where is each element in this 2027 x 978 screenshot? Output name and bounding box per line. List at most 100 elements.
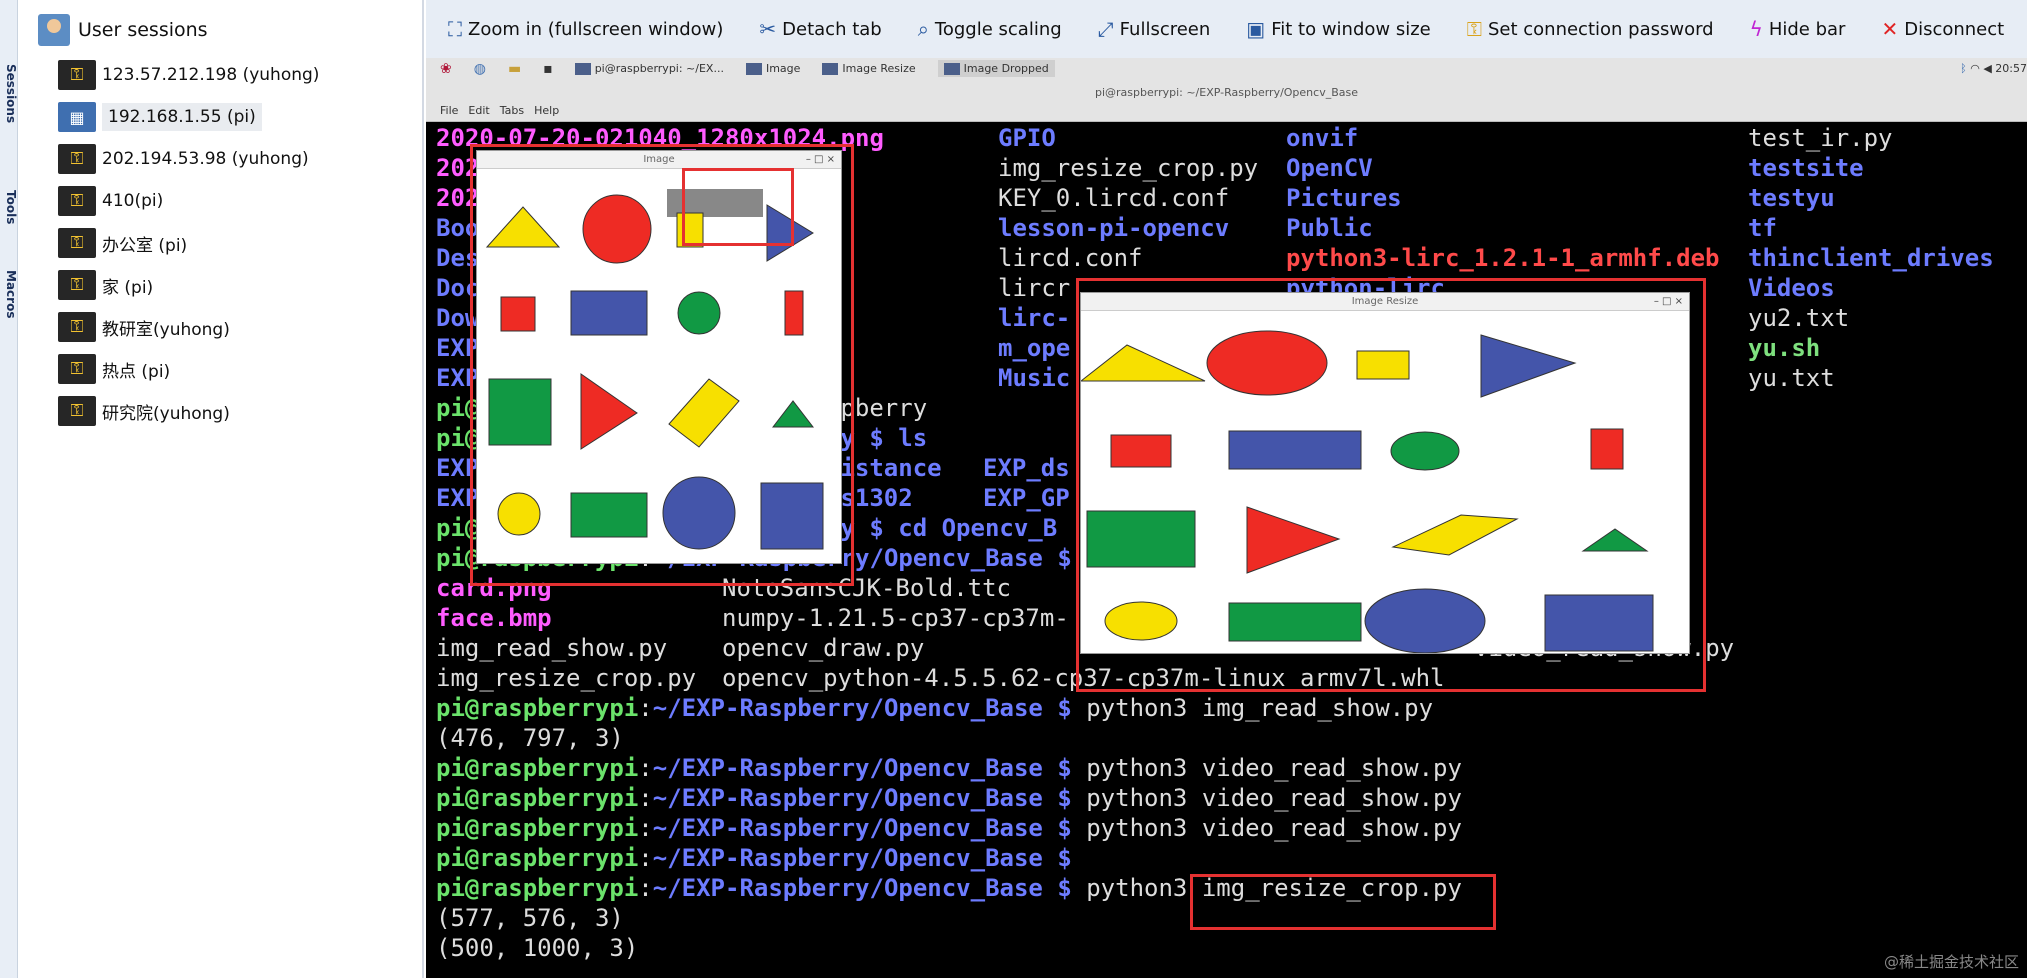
key-icon: ⚿ xyxy=(58,354,96,384)
terminal-line: python3-lirc_1.2.1-1_armhf.deb xyxy=(1286,244,1720,272)
menu-help[interactable]: Help xyxy=(534,104,559,117)
session-item[interactable]: ⚿ 家 (pi) xyxy=(58,267,153,303)
terminal-line: yu.sh xyxy=(1748,334,1821,362)
terminal-line: test_ir.py xyxy=(1748,124,1893,152)
raspberry-icon[interactable]: ❀ xyxy=(440,61,452,77)
terminal-line: face.bmp xyxy=(436,604,552,632)
detach-tab-button[interactable]: ✂ Detach tab xyxy=(759,17,881,41)
terminal-line: yu2.txt xyxy=(1748,304,1850,332)
key-icon: ⚿ xyxy=(58,186,96,216)
menu-edit[interactable]: Edit xyxy=(468,104,489,117)
terminal-line: onvif xyxy=(1286,124,1359,152)
taskbar-item-terminal[interactable]: pi@raspberrypi: ~/EX... xyxy=(574,62,724,75)
highlight-box-command xyxy=(1190,874,1496,930)
terminal-line: KEY_0.lircd.conf xyxy=(998,184,1230,212)
sessions-tab[interactable]: Sessions xyxy=(0,64,18,123)
terminal-line: opencv_draw.py xyxy=(722,634,925,662)
session-toolbar: ⛶ Zoom in (fullscreen window) ✂ Detach tab… xyxy=(426,0,2027,58)
terminal-line: ry $ cd Opencv_B xyxy=(826,514,1058,542)
terminal-line: Public xyxy=(1286,214,1373,242)
session-item[interactable]: ⚿ 教研室(yuhong) xyxy=(58,309,230,345)
session-item[interactable]: ⚿ 410(pi) xyxy=(58,183,163,219)
scissors-icon: ✂ xyxy=(759,17,777,41)
menu-tabs[interactable]: Tabs xyxy=(500,104,524,117)
terminal-line: thinclient_drives xyxy=(1748,244,1994,272)
session-item[interactable]: ⚿ 办公室 (pi) xyxy=(58,225,187,261)
remote-clock: ᛒ ◠ ◀ 20:57 xyxy=(1960,62,2027,75)
terminal-line: lircd.conf xyxy=(998,244,1143,272)
terminal-line: lirc- xyxy=(998,304,1071,332)
toggle-scaling-button[interactable]: ⌕ Toggle scaling xyxy=(918,17,1062,41)
lightning-icon: ϟ xyxy=(1749,17,1763,41)
set-password-button[interactable]: ⚿ Set connection password xyxy=(1467,17,1714,41)
terminal-line: Music xyxy=(998,364,1071,392)
monitor-icon: ▦ xyxy=(58,102,96,132)
terminal-line: numpy-1.21.5-cp37-cp37m- xyxy=(722,604,1069,632)
window-icon xyxy=(574,62,591,75)
sessions-header[interactable]: User sessions xyxy=(38,14,208,46)
terminal-output-line: (577, 576, 3) xyxy=(436,904,624,932)
zoom-button[interactable]: ⛶ Zoom in (fullscreen window) xyxy=(448,17,723,41)
key-icon: ⚿ xyxy=(58,312,96,342)
side-tab-strip: Sessions Tools Macros xyxy=(0,0,18,978)
close-icon: ✕ xyxy=(1881,17,1899,41)
folder-icon[interactable]: ▬ xyxy=(508,61,521,77)
sessions-header-label: User sessions xyxy=(78,19,208,41)
magnifier-icon: ⌕ xyxy=(917,17,929,41)
window-icon xyxy=(822,62,839,75)
session-item[interactable]: ⚿ 热点 (pi) xyxy=(58,351,170,387)
taskbar-item-image[interactable]: Image xyxy=(745,62,800,75)
tools-tab[interactable]: Tools xyxy=(0,190,18,224)
terminal-menu-bar: File Edit Tabs Help xyxy=(440,104,559,117)
terminal-prompt-line: pi@raspberrypi:~/EXP-Raspberry/Opencv_Ba… xyxy=(436,814,1462,842)
sessions-panel: User sessions ⚿ 123.57.212.198 (yuhong) ▦… xyxy=(18,0,424,978)
taskbar-item-image-resize[interactable]: Image Resize xyxy=(822,62,916,75)
highlight-box-resize xyxy=(1076,278,1706,692)
globe-icon[interactable]: ◍ xyxy=(474,61,486,77)
terminal-line: tf xyxy=(1748,214,1777,242)
fullscreen-button[interactable]: ⤢ Fullscreen xyxy=(1098,17,1211,41)
key-icon: ⚿ xyxy=(58,144,96,174)
hide-bar-button[interactable]: ϟ Hide bar xyxy=(1750,17,1846,41)
terminal-line: yu.txt xyxy=(1748,364,1835,392)
window-icon xyxy=(745,62,762,75)
terminal-line: testsite xyxy=(1748,154,1864,182)
menu-file[interactable]: File xyxy=(440,104,458,117)
remote-session-area: ⛶ Zoom in (fullscreen window) ✂ Detach tab… xyxy=(426,0,2027,978)
taskbar-item-image-dropped[interactable]: Image Dropped xyxy=(937,60,1055,77)
terminal-line: OpenCV xyxy=(1286,154,1373,182)
bluetooth-icon[interactable]: ᛒ xyxy=(1960,62,1967,75)
macros-tab[interactable]: Macros xyxy=(0,270,18,318)
terminal-line: Videos xyxy=(1748,274,1835,302)
key-icon: ⚿ xyxy=(1466,17,1482,41)
terminal-line: lircr xyxy=(998,274,1071,302)
key-icon: ⚿ xyxy=(58,396,96,426)
remote-taskbar: ❀ ◍ ▬ ▪ pi@raspberrypi: ~/EX... Image Im… xyxy=(440,60,1055,77)
terminal-line: EXP_ds xyxy=(983,454,1070,482)
terminal-window-title: pi@raspberrypi: ~/EXP-Raspberry/Opencv_B… xyxy=(1094,86,1359,99)
zoom-icon: ⛶ xyxy=(448,17,462,41)
session-item-selected[interactable]: ▦ 192.168.1.55 (pi) xyxy=(58,99,262,135)
fit-window-icon: ▣ xyxy=(1246,17,1266,41)
session-item[interactable]: ⚿ 123.57.212.198 (yuhong) xyxy=(58,57,319,93)
session-item[interactable]: ⚿ 研究院(yuhong) xyxy=(58,393,230,429)
volume-icon[interactable]: ◀ xyxy=(1983,62,1991,75)
key-icon: ⚿ xyxy=(58,60,96,90)
user-avatar-icon xyxy=(38,14,70,46)
terminal-prompt-line: pi@raspberrypi:~/EXP-Raspberry/Opencv_Ba… xyxy=(436,784,1462,812)
wifi-icon[interactable]: ◠ xyxy=(1970,62,1980,75)
remote-desktop-header: ❀ ◍ ▬ ▪ pi@raspberrypi: ~/EX... Image Im… xyxy=(426,58,2027,122)
highlight-box-image xyxy=(470,144,854,586)
terminal-line: lesson-pi-opencv xyxy=(998,214,1230,242)
fit-window-button[interactable]: ▣ Fit to window size xyxy=(1246,17,1430,41)
highlight-box-crop xyxy=(682,168,794,246)
session-item[interactable]: ⚿ 202.194.53.98 (yuhong) xyxy=(58,141,309,177)
terminal-line: testyu xyxy=(1748,184,1835,212)
disconnect-button[interactable]: ✕ Disconnect xyxy=(1881,17,2004,41)
key-icon: ⚿ xyxy=(58,270,96,300)
terminal-output-line: (500, 1000, 3) xyxy=(436,934,639,962)
terminal-prompt-line: pi@raspberrypi:~/EXP-Raspberry/Opencv_Ba… xyxy=(436,694,1434,722)
key-icon: ⚿ xyxy=(58,228,96,258)
terminal-prompt-line: pi@raspberrypi:~/EXP-Raspberry/Opencv_Ba… xyxy=(436,754,1462,782)
terminal-icon[interactable]: ▪ xyxy=(543,61,553,77)
